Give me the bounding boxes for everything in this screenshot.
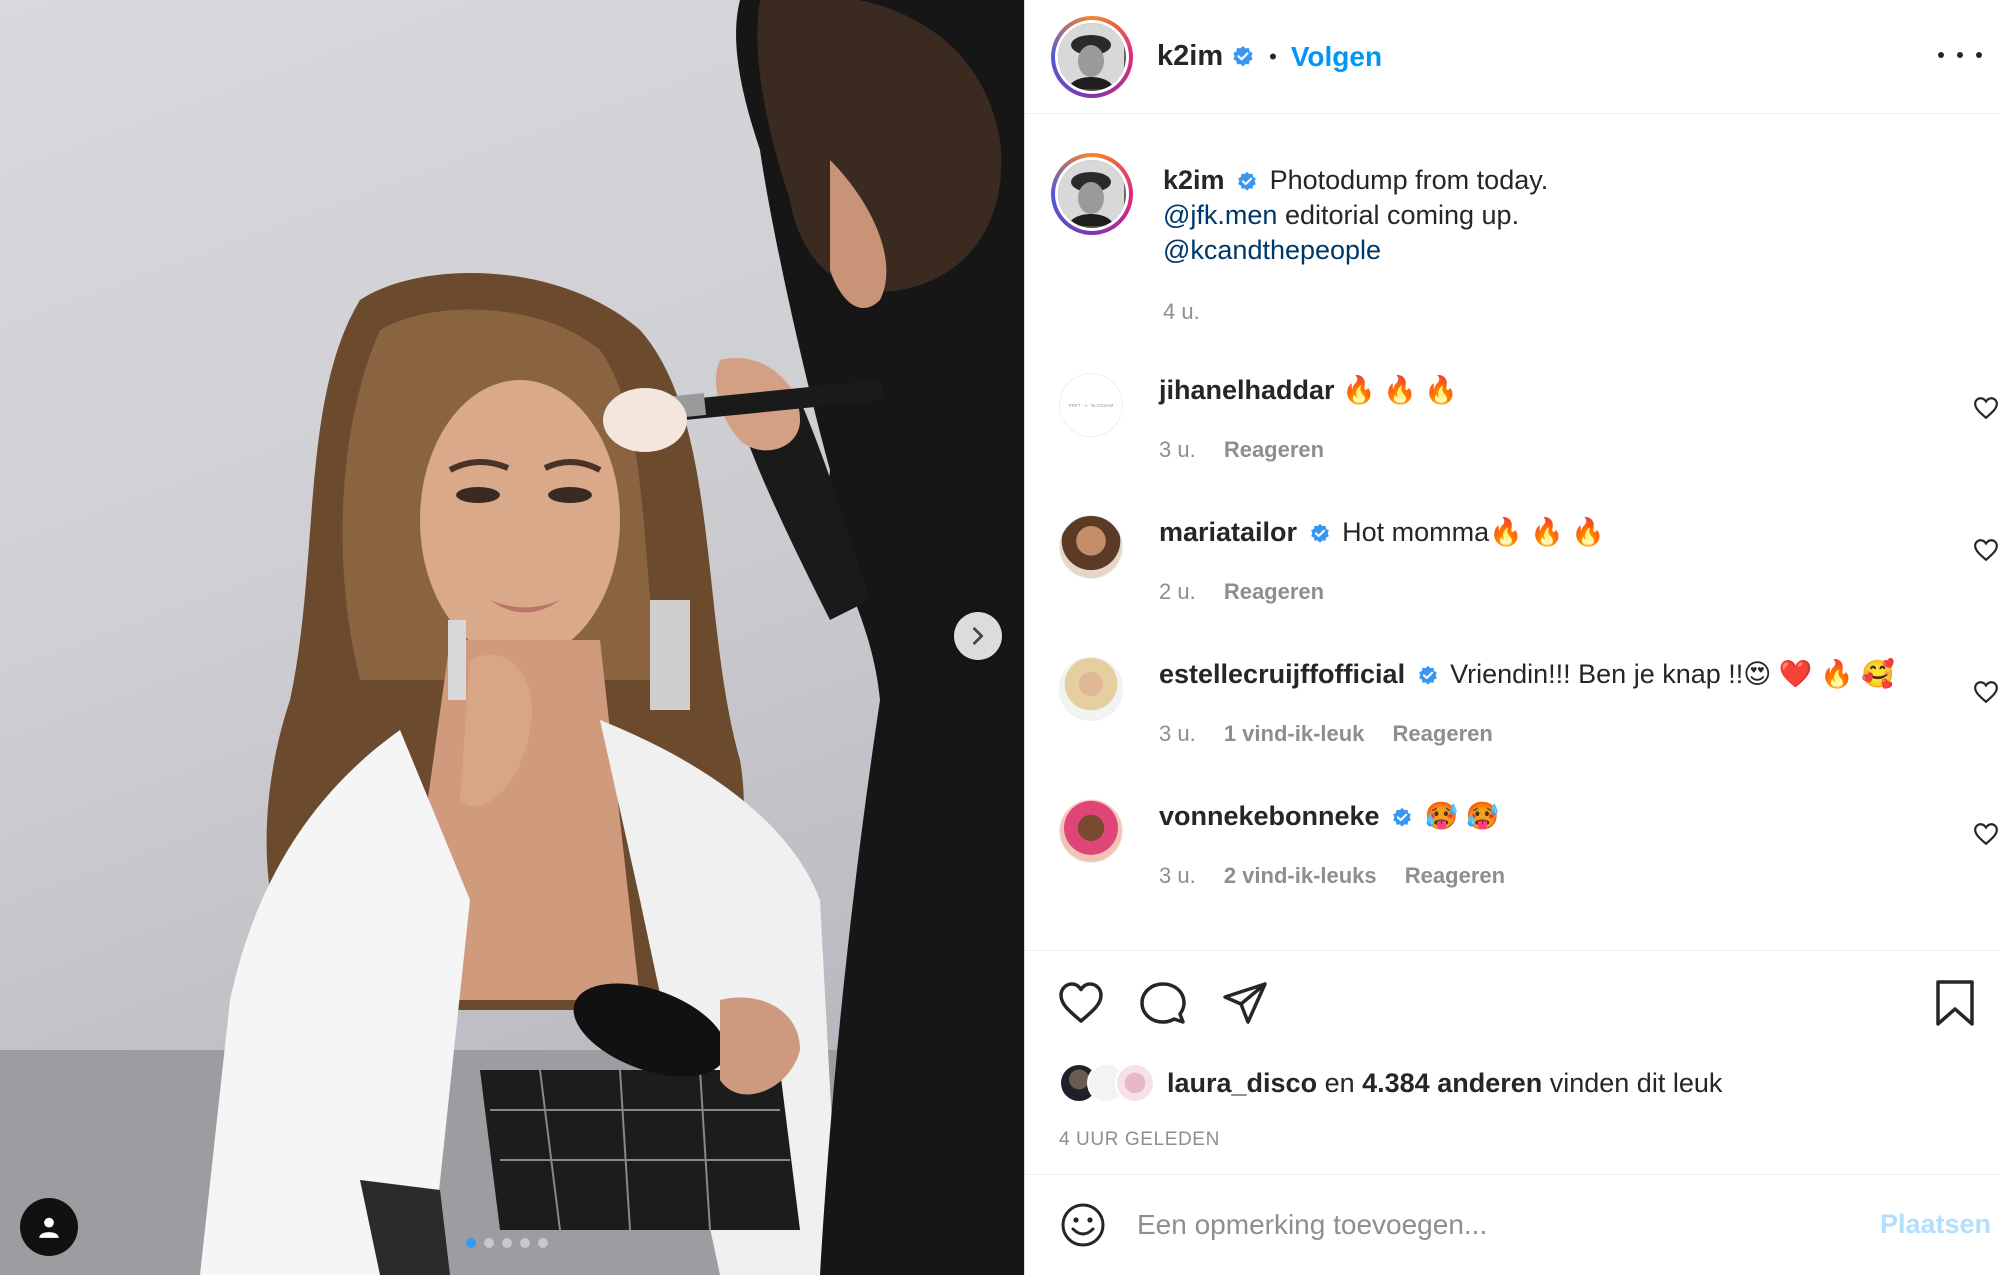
comments-list[interactable]: k2im Photodump from today. @jfk.men edit… bbox=[1025, 115, 2000, 951]
caption-author-avatar[interactable] bbox=[1051, 153, 1133, 235]
header-separator: • bbox=[1269, 43, 1277, 69]
comment-text: Vriendin!!! Ben je knap !!😍 ❤️ 🔥 🥰 bbox=[1442, 659, 1895, 689]
more-options-button[interactable] bbox=[1938, 40, 1982, 70]
post-header: k2im • Volgen bbox=[1025, 0, 2000, 114]
next-image-button[interactable] bbox=[954, 612, 1002, 660]
reply-button[interactable]: Reageren bbox=[1405, 863, 1505, 888]
comment-text: Hot momma🔥 🔥 🔥 bbox=[1334, 517, 1605, 547]
comment-time[interactable]: 3 u. bbox=[1159, 721, 1196, 746]
caption-body: k2im Photodump from today. @jfk.men edit… bbox=[1163, 153, 1943, 329]
verified-icon bbox=[1309, 523, 1331, 545]
smiley-icon[interactable] bbox=[1059, 1201, 1107, 1249]
photo-scene bbox=[0, 0, 1024, 1275]
more-icon bbox=[1938, 52, 1944, 58]
bookmark-icon[interactable] bbox=[1933, 979, 1977, 1027]
tagged-users-button[interactable] bbox=[20, 1198, 78, 1256]
comment-time[interactable]: 3 u. bbox=[1159, 437, 1196, 462]
carousel-dot bbox=[520, 1238, 530, 1248]
comment-avatar[interactable] bbox=[1059, 515, 1123, 579]
first-liker-username[interactable]: laura_disco bbox=[1167, 1068, 1317, 1098]
comment-username[interactable]: mariatailor bbox=[1159, 517, 1297, 547]
heart-icon[interactable] bbox=[1973, 395, 1999, 421]
post-timestamp[interactable]: 4 UUR GELEDEN bbox=[1059, 1129, 1220, 1151]
comment-username[interactable]: jihanelhaddar bbox=[1159, 375, 1335, 405]
post-actions: laura_disco en 4.384 anderen vinden dit … bbox=[1025, 950, 2000, 1174]
post-photo[interactable] bbox=[0, 0, 1024, 1275]
comment-time[interactable]: 2 u. bbox=[1159, 579, 1196, 604]
verified-icon bbox=[1417, 665, 1439, 687]
svg-text:PRET · A · BLOSSOM: PRET · A · BLOSSOM bbox=[1069, 403, 1114, 408]
caption-mention-jfk[interactable]: @jfk.men bbox=[1163, 200, 1277, 230]
comment-avatar[interactable]: PRET · A · BLOSSOM bbox=[1059, 373, 1123, 437]
caption-text-line1: Photodump from today. bbox=[1269, 165, 1549, 195]
post-comment-button[interactable]: Plaatsen bbox=[1880, 1209, 1991, 1240]
comment-item: estellecruijffofficial Vriendin!!! Ben j… bbox=[1059, 657, 2000, 751]
heart-icon[interactable] bbox=[1057, 979, 1105, 1027]
carousel-dot bbox=[502, 1238, 512, 1248]
comment-icon[interactable] bbox=[1139, 979, 1187, 1027]
verified-icon bbox=[1391, 807, 1413, 829]
comment-avatar[interactable] bbox=[1059, 657, 1123, 721]
verified-icon bbox=[1231, 45, 1255, 69]
comment-time[interactable]: 3 u. bbox=[1159, 863, 1196, 888]
carousel-dot bbox=[466, 1238, 476, 1248]
carousel-dot bbox=[538, 1238, 548, 1248]
likes-suffix: vinden dit leuk bbox=[1542, 1067, 1723, 1098]
comment-text: 🥵 🥵 bbox=[1417, 801, 1500, 831]
post-sidebar: k2im • Volgen k2im Photodump from today.… bbox=[1024, 0, 2000, 1275]
comment-item: vonnekebonneke 🥵 🥵 3 u. 2 vind-ik-leuks … bbox=[1059, 799, 2000, 893]
comment-like-count[interactable]: 1 vind-ik-leuk bbox=[1224, 721, 1365, 746]
verified-icon bbox=[1236, 171, 1258, 193]
user-tag-icon bbox=[39, 1217, 59, 1238]
comment-username[interactable]: estellecruijffofficial bbox=[1159, 659, 1405, 689]
author-avatar-image bbox=[1058, 22, 1124, 89]
reply-button[interactable]: Reageren bbox=[1224, 579, 1324, 604]
post-modal: k2im • Volgen k2im Photodump from today.… bbox=[0, 0, 2000, 1275]
other-likers-link[interactable]: 4.384 anderen bbox=[1362, 1068, 1542, 1098]
author-username[interactable]: k2im bbox=[1157, 40, 1223, 73]
reply-button[interactable]: Reageren bbox=[1224, 437, 1324, 462]
liker-avatars[interactable] bbox=[1059, 1063, 1155, 1103]
caption-time[interactable]: 4 u. bbox=[1163, 299, 1200, 324]
chevron-right-icon bbox=[972, 627, 984, 645]
caption-mention-kcandthepeople[interactable]: @kcandthepeople bbox=[1163, 235, 1381, 265]
comment-input[interactable] bbox=[1137, 1209, 1857, 1241]
likes-connector: en bbox=[1317, 1067, 1363, 1098]
caption-username[interactable]: k2im bbox=[1163, 165, 1225, 195]
author-avatar[interactable] bbox=[1051, 15, 1133, 98]
post-caption: k2im Photodump from today. @jfk.men edit… bbox=[1051, 153, 1943, 329]
comment-text: 🔥 🔥 🔥 bbox=[1334, 375, 1458, 405]
add-comment-bar: Plaatsen bbox=[1025, 1174, 2000, 1275]
share-icon[interactable] bbox=[1221, 979, 1269, 1027]
comment-like-count[interactable]: 2 vind-ik-leuks bbox=[1224, 863, 1377, 888]
heart-icon[interactable] bbox=[1973, 537, 1999, 563]
comment-item: PRET · A · BLOSSOM jihanelhaddar 🔥 🔥 🔥 3… bbox=[1059, 373, 2000, 467]
carousel-indicator bbox=[466, 1238, 548, 1248]
follow-button[interactable]: Volgen bbox=[1291, 41, 1382, 73]
comment-avatar[interactable] bbox=[1059, 799, 1123, 863]
heart-icon[interactable] bbox=[1973, 821, 1999, 847]
reply-button[interactable]: Reageren bbox=[1393, 721, 1493, 746]
carousel-dot bbox=[484, 1238, 494, 1248]
comment-username[interactable]: vonnekebonneke bbox=[1159, 801, 1380, 831]
likes-summary: laura_disco en 4.384 anderen vinden dit … bbox=[1059, 1063, 1722, 1103]
comment-item: mariatailor Hot momma🔥 🔥 🔥 2 u. Reageren bbox=[1059, 515, 2000, 609]
caption-avatar-image bbox=[1058, 160, 1124, 226]
caption-text-line2: editorial coming up. bbox=[1277, 200, 1520, 230]
heart-icon[interactable] bbox=[1973, 679, 1999, 705]
